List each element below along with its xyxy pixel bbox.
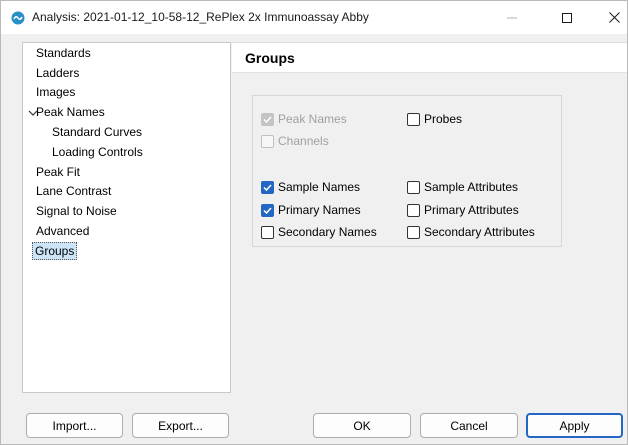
nav-item-peak-names[interactable]: Peak Names bbox=[34, 103, 107, 121]
checkbox-box bbox=[261, 180, 274, 194]
panel-title: Groups bbox=[245, 50, 295, 66]
import-button[interactable]: Import... bbox=[26, 413, 123, 438]
probes-checkbox[interactable]: Probes bbox=[407, 111, 462, 127]
nav-item-groups[interactable]: Groups bbox=[32, 242, 78, 260]
analysis-dialog: Analysis: 2021-01-12_10-58-12_RePlex 2x … bbox=[0, 0, 628, 445]
check-icon bbox=[263, 206, 272, 214]
minimize-button[interactable] bbox=[489, 1, 535, 34]
probes-label: Probes bbox=[424, 112, 463, 126]
minimize-icon bbox=[507, 17, 517, 18]
export-button[interactable]: Export... bbox=[132, 413, 229, 438]
window-title: Analysis: 2021-01-12_10-58-12_RePlex 2x … bbox=[32, 10, 369, 24]
sample-attributes-label: Sample Attributes bbox=[424, 180, 519, 194]
panel-header: Groups bbox=[232, 43, 627, 73]
nav-item-ladders[interactable]: Ladders bbox=[34, 64, 81, 82]
nav-item-peak-fit[interactable]: Peak Fit bbox=[34, 163, 82, 181]
primary-names-checkbox[interactable]: Primary Names bbox=[261, 202, 361, 218]
peak-names-label: Peak Names bbox=[278, 112, 347, 126]
nav-item-images[interactable]: Images bbox=[34, 83, 77, 101]
check-icon bbox=[263, 115, 272, 123]
channels-label: Channels bbox=[278, 134, 329, 148]
nav-item-lane-contrast[interactable]: Lane Contrast bbox=[34, 182, 113, 200]
checkbox-box bbox=[261, 225, 274, 239]
groups-options-box: Peak Names Probes Channels Sample Names bbox=[252, 95, 562, 247]
checkbox-box bbox=[407, 203, 420, 217]
sample-names-label: Sample Names bbox=[278, 180, 361, 194]
secondary-attributes-label: Secondary Attributes bbox=[424, 225, 535, 239]
secondary-names-label: Secondary Names bbox=[278, 225, 377, 239]
checkbox-box bbox=[407, 180, 420, 194]
checkbox-box bbox=[407, 225, 420, 239]
close-icon bbox=[608, 12, 620, 23]
sample-attributes-checkbox[interactable]: Sample Attributes bbox=[407, 179, 518, 195]
ok-button[interactable]: OK bbox=[313, 413, 411, 438]
primary-names-label: Primary Names bbox=[278, 203, 361, 217]
sample-names-checkbox[interactable]: Sample Names bbox=[261, 179, 360, 195]
nav-item-standard-curves[interactable]: Standard Curves bbox=[50, 123, 144, 141]
app-icon bbox=[11, 11, 25, 25]
peak-names-checkbox[interactable]: Peak Names bbox=[261, 111, 347, 127]
checkbox-box bbox=[261, 134, 274, 148]
checkbox-box bbox=[261, 203, 274, 217]
maximize-button[interactable] bbox=[544, 1, 590, 34]
checkbox-box bbox=[407, 112, 420, 126]
primary-attributes-checkbox[interactable]: Primary Attributes bbox=[407, 202, 519, 218]
secondary-names-checkbox[interactable]: Secondary Names bbox=[261, 224, 377, 240]
apply-button[interactable]: Apply bbox=[526, 413, 623, 438]
title-bar[interactable]: Analysis: 2021-01-12_10-58-12_RePlex 2x … bbox=[1, 1, 627, 34]
maximize-icon bbox=[562, 12, 572, 23]
channels-checkbox[interactable]: Channels bbox=[261, 133, 329, 149]
nav-item-signal-to-noise[interactable]: Signal to Noise bbox=[34, 202, 119, 220]
primary-attributes-label: Primary Attributes bbox=[424, 203, 519, 217]
check-icon bbox=[263, 183, 272, 191]
nav-item-loading-controls[interactable]: Loading Controls bbox=[50, 143, 145, 161]
checkbox-box bbox=[261, 112, 274, 126]
close-button[interactable] bbox=[591, 1, 628, 34]
settings-nav-tree: Standards Ladders Images Peak Names Stan… bbox=[22, 42, 231, 393]
secondary-attributes-checkbox[interactable]: Secondary Attributes bbox=[407, 224, 535, 240]
cancel-button[interactable]: Cancel bbox=[420, 413, 518, 438]
nav-item-advanced[interactable]: Advanced bbox=[34, 222, 91, 240]
nav-item-standards[interactable]: Standards bbox=[34, 44, 93, 62]
dialog-button-bar: Import... Export... OK Cancel Apply bbox=[1, 394, 627, 444]
groups-panel: Groups Peak Names Probes Channels Sample… bbox=[232, 42, 627, 393]
